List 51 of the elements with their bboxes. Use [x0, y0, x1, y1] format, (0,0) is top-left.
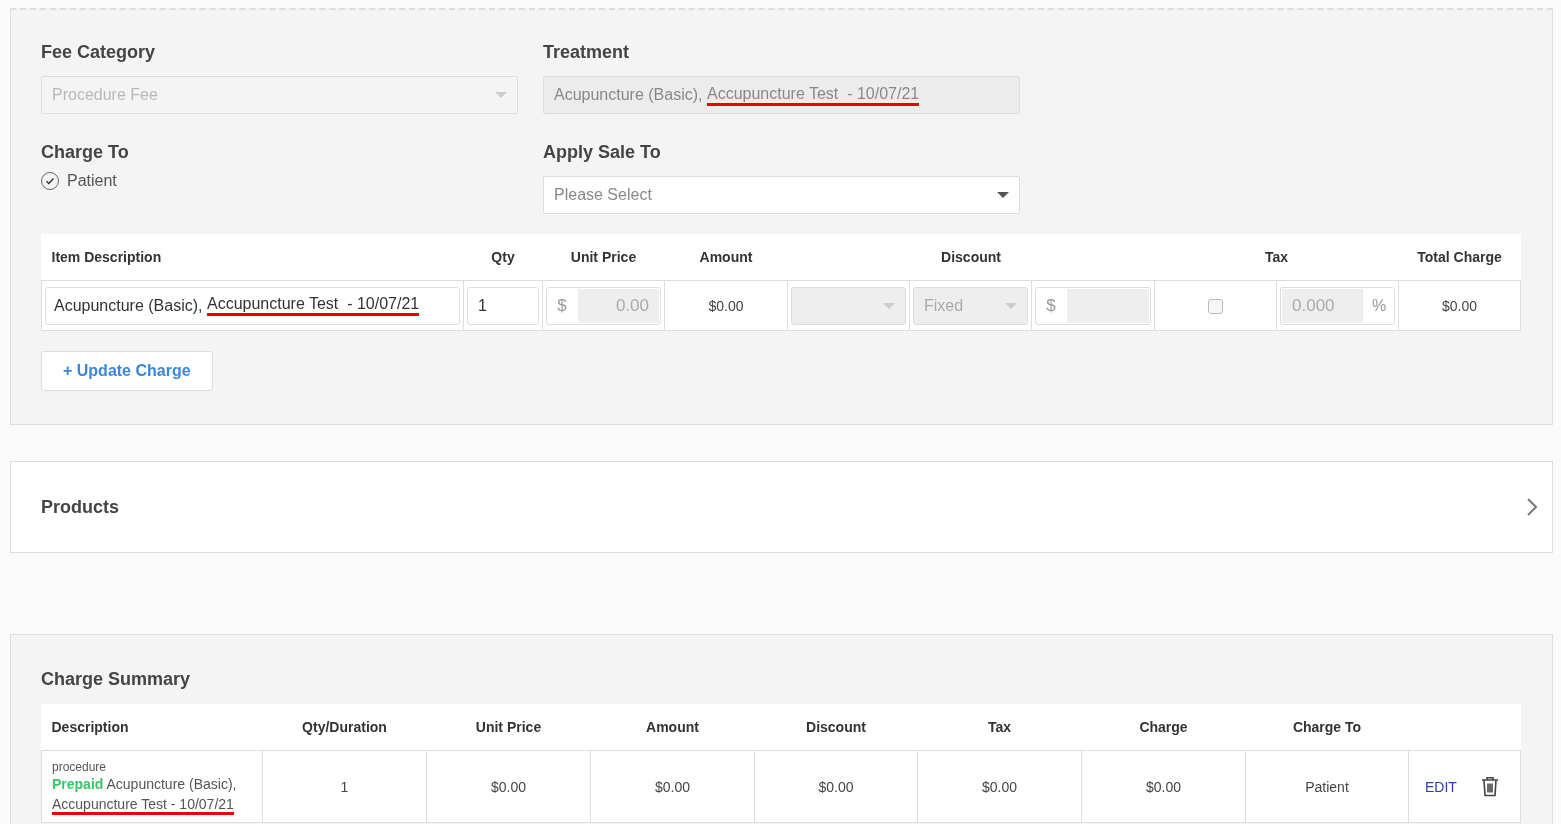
- table-cell: 1: [340, 778, 349, 795]
- option-label: Patient: [67, 172, 117, 190]
- column-header: Charge: [1139, 719, 1188, 735]
- column-header: Charge To: [1292, 719, 1362, 735]
- column-header: Tax: [987, 719, 1012, 735]
- caret-icon: [883, 302, 895, 309]
- chevron-right-icon[interactable]: [1526, 497, 1538, 517]
- section-title: Charge Summary: [41, 669, 192, 690]
- tax-rate-field[interactable]: 0.000 %: [1280, 286, 1395, 325]
- column-header: Discount: [941, 249, 1001, 265]
- column-header: Qty/Duration: [302, 719, 387, 735]
- unit-price-field[interactable]: $ 0.00: [546, 286, 661, 325]
- column-header: Amount: [646, 719, 699, 735]
- discount-type-dropdown[interactable]: Fixed: [913, 286, 1028, 325]
- charge-description: Prepaid Acupuncture (Basic), Accupuncture Test - 10/07/21: [52, 773, 252, 814]
- caret-icon: [997, 192, 1009, 198]
- table-cell: Patient: [1305, 778, 1349, 795]
- field-label: Treatment: [543, 42, 631, 63]
- column-header: Qty: [491, 249, 515, 265]
- category-label: procedure: [52, 759, 108, 774]
- column-header: Total Charge: [1417, 249, 1502, 265]
- caret-icon: [495, 92, 507, 98]
- apply-sale-to-dropdown[interactable]: Please Select: [543, 176, 1020, 214]
- products-panel[interactable]: Products: [10, 461, 1553, 553]
- table-cell: $0.00: [981, 778, 1017, 795]
- table-cell: $0.00: [1145, 778, 1181, 795]
- table-cell: $0.00: [490, 778, 526, 795]
- table-cell: $0.00: [1442, 297, 1478, 314]
- qty-field[interactable]: 1: [467, 286, 539, 325]
- table-cell: $0.00: [818, 778, 854, 795]
- column-header: Amount: [699, 249, 753, 265]
- field-label: Apply Sale To: [543, 142, 662, 163]
- table-cell: $0.00: [654, 778, 690, 795]
- tax-checkbox[interactable]: [1208, 298, 1223, 314]
- column-header: Item Description: [51, 249, 162, 265]
- column-header: Unit Price: [475, 719, 542, 735]
- edit-link[interactable]: EDIT: [1425, 778, 1457, 795]
- column-header: Discount: [806, 719, 866, 735]
- field-label: Charge To: [41, 142, 130, 163]
- item-description-field[interactable]: Acupuncture (Basic), Accupuncture Test - 10/07/21: [45, 286, 460, 325]
- column-header: Tax: [1264, 249, 1289, 265]
- update-charge-button[interactable]: + Update Charge: [41, 351, 213, 391]
- field-label: Fee Category: [41, 42, 157, 63]
- discount-field[interactable]: $: [1035, 286, 1151, 325]
- caret-icon: [1005, 302, 1017, 309]
- column-header: Unit Price: [570, 249, 637, 265]
- trash-icon[interactable]: [1480, 776, 1499, 797]
- table-cell: $0.00: [708, 297, 744, 314]
- section-title: Products: [41, 496, 119, 518]
- treatment-field[interactable]: Acupuncture (Basic), Accupuncture Test - 10/07/21: [543, 76, 1020, 114]
- column-header: Description: [51, 719, 129, 735]
